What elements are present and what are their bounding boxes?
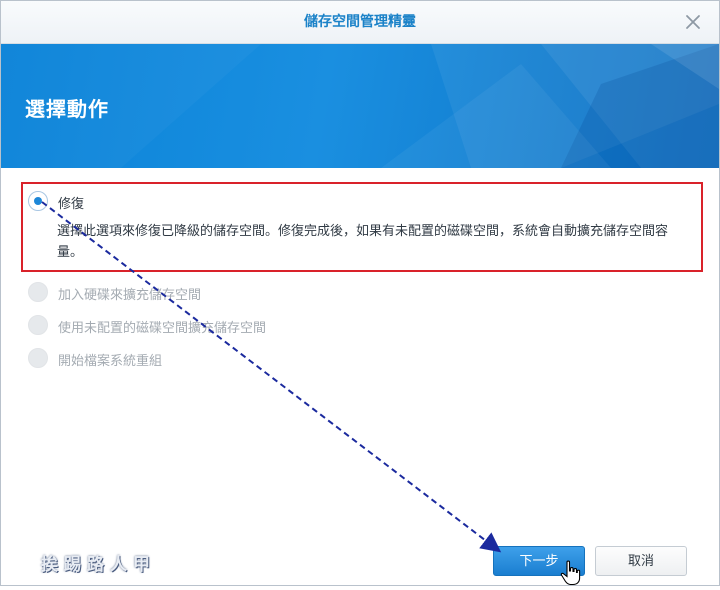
watermark-text: 挨踢路人甲 — [41, 555, 156, 575]
option-label-repair[interactable]: 修復 — [58, 193, 84, 212]
option-description-repair: 選擇此選項來修復已降級的儲存空間。修復完成後，如果有未配置的磁碟空間，系統會自動… — [57, 224, 669, 260]
radio-add-drives[interactable] — [28, 282, 48, 302]
radio-expand-unallocated[interactable] — [28, 315, 48, 335]
radio-repair[interactable] — [28, 191, 48, 211]
options-panel: 修復 選擇此選項來修復已降級的儲存空間。修復完成後，如果有未配置的磁碟空間，系統… — [1, 169, 719, 529]
option-label-add-drives[interactable]: 加入硬碟來擴充儲存空間 — [58, 284, 201, 303]
title-bar: 儲存空間管理精靈 — [1, 1, 719, 44]
close-icon[interactable] — [681, 10, 705, 34]
step-heading: 選擇動作 — [25, 97, 109, 121]
storage-manager-wizard-dialog: 儲存空間管理精靈 選擇動作 修復 選擇此選項來修復已降級的儲存空間。修復完成後，… — [0, 0, 720, 586]
option-label-expand-unallocated[interactable]: 使用未配置的磁碟空間擴充儲存空間 — [58, 317, 266, 336]
radio-defragment[interactable] — [28, 348, 48, 368]
window-title: 儲存空間管理精靈 — [304, 14, 416, 30]
wizard-banner: 選擇動作 — [1, 44, 719, 168]
option-label-defragment[interactable]: 開始檔案系統重組 — [58, 350, 162, 369]
cancel-button[interactable]: 取消 — [595, 546, 687, 576]
